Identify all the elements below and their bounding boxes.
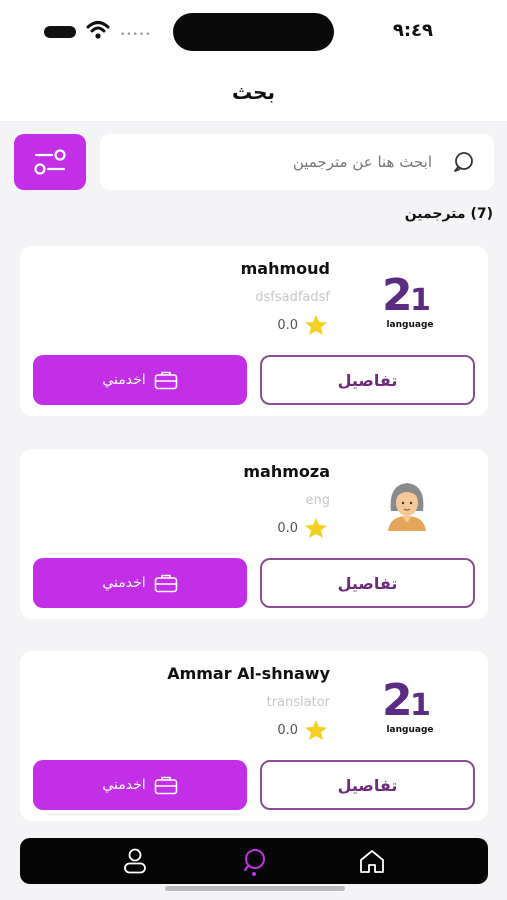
translator-card: mahmoud dsfsadfadsf 0.0 2 1 language تفا…: [20, 246, 488, 416]
battery-icon: [44, 26, 76, 38]
details-button[interactable]: تفاصيل: [260, 355, 475, 405]
svg-text:1: 1: [410, 688, 431, 723]
details-button[interactable]: تفاصيل: [260, 558, 475, 608]
language-logo-icon: 2 1 language: [382, 270, 434, 330]
translator-name: Ammar Al-shnawy: [167, 664, 330, 683]
signal-dots: •••••: [120, 30, 152, 40]
serve-me-label: اخدمني: [102, 372, 146, 388]
details-button[interactable]: تفاصيل: [260, 760, 475, 810]
translator-card: mahmoza eng 0.0 تفاصيل اخدمني: [20, 449, 488, 619]
woman-avatar: [388, 483, 426, 531]
serve-me-button[interactable]: اخدمني: [33, 355, 247, 405]
svg-text:2: 2: [382, 270, 413, 321]
rating: 0.0: [277, 517, 328, 539]
translator-name: mahmoud: [240, 259, 330, 278]
briefcase-icon: [154, 776, 177, 795]
home-icon[interactable]: [357, 846, 387, 876]
serve-me-button[interactable]: اخدمني: [33, 760, 247, 810]
rating-value: 0.0: [277, 722, 298, 738]
serve-me-label: اخدمني: [102, 575, 146, 591]
serve-me-button[interactable]: اخدمني: [33, 558, 247, 608]
language-logo-icon: 2 1 language: [382, 675, 434, 735]
page-title: بحث: [231, 80, 276, 104]
status-time: ٩:٤٩: [392, 20, 433, 41]
briefcase-icon: [154, 574, 177, 593]
home-indicator[interactable]: [165, 886, 345, 891]
svg-text:1: 1: [410, 283, 431, 318]
rating-value: 0.0: [277, 317, 298, 333]
wifi-icon: [86, 21, 110, 39]
bottom-navigation: [20, 838, 488, 884]
filter-button[interactable]: [14, 134, 86, 190]
search-bar[interactable]: [100, 134, 494, 190]
dynamic-island: [173, 13, 334, 51]
person-icon[interactable]: [120, 846, 150, 876]
search-icon: [454, 152, 473, 172]
translator-subtitle: eng: [305, 493, 331, 508]
briefcase-icon: [154, 371, 177, 390]
translator-card: Ammar Al-shnawy translator 0.0 2 1 langu…: [20, 651, 488, 821]
logo-text: language: [386, 725, 433, 735]
filter-icon: [34, 149, 66, 175]
rating: 0.0: [277, 314, 328, 336]
translator-subtitle: translator: [266, 695, 330, 710]
translator-subtitle: dsfsadfadsf: [255, 290, 330, 305]
search-icon[interactable]: [239, 846, 269, 876]
star-icon: [305, 518, 327, 538]
star-icon: [305, 720, 327, 740]
title-bar: بحث: [0, 62, 507, 122]
translator-name: mahmoza: [243, 462, 330, 481]
results-count: (7) مترجمين: [404, 206, 493, 222]
rating-value: 0.0: [277, 520, 298, 536]
star-icon: [305, 315, 327, 335]
svg-text:2: 2: [382, 675, 413, 726]
serve-me-label: اخدمني: [102, 777, 146, 793]
logo-text: language: [386, 320, 433, 330]
search-input[interactable]: [132, 146, 432, 178]
status-bar: ••••• ٩:٤٩: [0, 0, 507, 62]
rating: 0.0: [277, 719, 328, 741]
